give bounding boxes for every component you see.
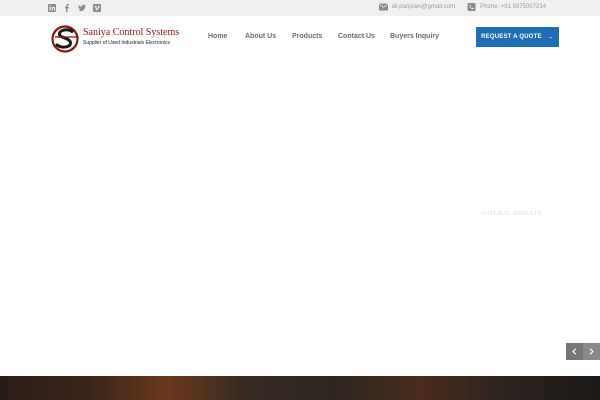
twitter-icon[interactable] (78, 4, 86, 12)
request-quote-label: REQUEST A QUOTE (481, 34, 542, 40)
logo-title: Saniya Control Systems (83, 27, 180, 38)
slider-prev-button[interactable] (566, 343, 583, 360)
envelope-icon (378, 3, 388, 11)
arrow-right-icon: → (546, 33, 554, 41)
top-bar: ali.panjvani@gmail.com Phone: +91 937500… (0, 0, 600, 16)
logo-subtitle: Supplier of Used Industrials Electronics (83, 40, 170, 46)
site-logo[interactable]: Saniya Control Systems Supplier of Used … (51, 23, 180, 55)
facebook-icon[interactable] (63, 4, 71, 12)
linkedin-icon[interactable] (48, 4, 56, 12)
hero-slider: NATURAL RESULTS (0, 60, 600, 376)
chevron-left-icon (572, 348, 577, 355)
nav-products[interactable]: Products (292, 33, 338, 40)
slider-next-button[interactable] (583, 343, 600, 360)
social-links (48, 4, 101, 12)
logo-mark (51, 25, 79, 53)
section-background-image (0, 376, 600, 400)
phone-icon (467, 3, 476, 11)
vimeo-icon[interactable] (93, 4, 101, 12)
nav-contact-us[interactable]: Contact Us (338, 33, 390, 40)
chevron-right-icon (589, 348, 594, 355)
nav-buyers-inquiry[interactable]: Buyers Inquiry (390, 33, 439, 40)
site-header: Saniya Control Systems Supplier of Used … (0, 16, 600, 60)
main-nav: Home About Us Products Contact Us Buyers… (208, 33, 439, 40)
slide-caption: NATURAL RESULTS (481, 211, 542, 217)
nav-home[interactable]: Home (208, 33, 245, 40)
phone-text[interactable]: Phone: +91 9375007214 (480, 4, 546, 10)
request-quote-button[interactable]: REQUEST A QUOTE → (476, 27, 559, 47)
contact-info: ali.panjvani@gmail.com Phone: +91 937500… (378, 3, 546, 11)
email-text[interactable]: ali.panjvani@gmail.com (392, 4, 455, 10)
nav-about-us[interactable]: About Us (245, 33, 292, 40)
